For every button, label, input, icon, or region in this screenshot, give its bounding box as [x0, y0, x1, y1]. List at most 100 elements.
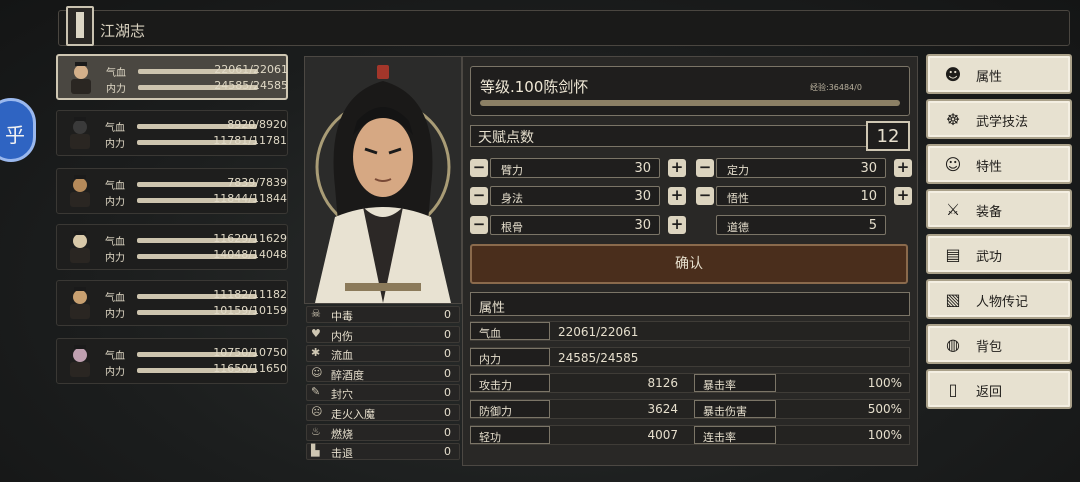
prop-value: 4007: [647, 428, 678, 442]
member-avatar-icon: [70, 231, 90, 263]
prop-label: 暴击率: [703, 379, 736, 392]
prop-label-box: 攻击力: [470, 374, 550, 392]
journal-book-icon[interactable]: [66, 6, 94, 46]
attribute-value: 30: [634, 218, 651, 233]
trait-icon: ☺: [944, 155, 962, 174]
prop-label-box: 暴击伤害: [694, 400, 776, 418]
status-value: 0: [444, 386, 451, 400]
side-badge-label: 乎: [5, 123, 25, 147]
member-mp-label: 内力: [105, 139, 125, 150]
menu-button[interactable]: ▯ 返回: [926, 369, 1072, 409]
side-floating-button[interactable]: 乎: [0, 98, 36, 162]
character-portrait: [304, 56, 462, 304]
member-mp-value: 10159/10159: [213, 304, 287, 317]
team-member-card[interactable]: 气血 内力 11629/11629 14048/14048: [56, 224, 288, 270]
member-avatar-icon: [70, 117, 90, 149]
member-mp-label: 内力: [105, 367, 125, 378]
properties-header-label: 属性: [479, 301, 506, 316]
attribute-field: 臂力 30: [490, 158, 660, 178]
menu-button[interactable]: ▧ 人物传记: [926, 279, 1072, 319]
attribute-minus-button[interactable]: −: [696, 187, 714, 205]
member-hp-value: 10750/10750: [213, 346, 287, 359]
hp-label-box: 气血: [470, 322, 550, 340]
team-member-card[interactable]: 气血 内力 8920/8920 11781/11781: [56, 110, 288, 156]
door-icon: ▯: [948, 380, 958, 399]
broken-heart-icon: ♥: [311, 326, 321, 340]
page-title: 江湖志: [100, 22, 146, 40]
member-mp-label: 内力: [106, 84, 126, 95]
member-mp-label: 内力: [105, 197, 125, 208]
attribute-plus-button[interactable]: +: [894, 187, 912, 205]
menu-label: 特性: [976, 160, 1003, 175]
team-member-card[interactable]: 气血 内力 11182/11182 10159/10159: [56, 280, 288, 326]
status-value: 0: [444, 308, 451, 321]
member-mp-value: 11781/11781: [213, 134, 287, 147]
confirm-button[interactable]: 确认: [470, 244, 908, 284]
member-avatar-icon: [70, 345, 90, 377]
status-value: 0: [444, 366, 451, 380]
attribute-plus-button[interactable]: +: [668, 187, 686, 205]
attribute-minus-button[interactable]: −: [470, 216, 488, 234]
attribute-label: 根骨: [501, 221, 523, 234]
attribute-plus-button[interactable]: +: [668, 159, 686, 177]
attribute-value: 5: [868, 218, 877, 233]
attribute-minus-button[interactable]: −: [470, 187, 488, 205]
mp-value: 24585/24585: [558, 351, 639, 365]
member-mp-value: 24585/24585: [214, 79, 288, 92]
menu-button[interactable]: ◍ 背包: [926, 324, 1072, 364]
character-name: 等级.100陈剑怀: [480, 78, 589, 96]
team-member-card[interactable]: 气血 内力 22061/22061 24585/24585: [56, 54, 288, 100]
biography-icon: ▧: [945, 290, 961, 309]
attribute-label: 悟性: [727, 192, 749, 205]
team-member-card[interactable]: 气血 内力 10750/10750 11650/11650: [56, 338, 288, 384]
status-label: 醉酒度: [331, 368, 364, 382]
prop-label: 连击率: [703, 431, 736, 444]
member-mp-value: 11650/11650: [213, 362, 287, 375]
hp-label: 气血: [479, 327, 501, 340]
menu-button[interactable]: ☺ 特性: [926, 144, 1072, 184]
acupoint-icon: ✎: [311, 385, 321, 399]
attribute-field: 根骨 30: [490, 215, 660, 235]
properties-header: 属性: [470, 292, 910, 316]
mp-label-box: 内力: [470, 348, 550, 366]
prop-label: 防御力: [479, 405, 512, 418]
status-label: 击退: [331, 447, 353, 461]
hp-value: 22061/22061: [558, 325, 639, 339]
attribute-minus-button[interactable]: −: [696, 159, 714, 177]
menu-button[interactable]: ▤ 武功: [926, 234, 1072, 274]
menu-button[interactable]: ☸ 武学技法: [926, 99, 1072, 139]
martial-skill-icon: ☸: [945, 110, 961, 129]
status-row: ▙ 击退 0: [306, 443, 460, 461]
bag-icon: ◍: [946, 335, 960, 354]
menu-button[interactable]: ⚔ 装备: [926, 189, 1072, 229]
attribute-plus-button[interactable]: +: [894, 159, 912, 177]
attribute-minus-button[interactable]: −: [470, 159, 488, 177]
member-hp-label: 气血: [105, 293, 125, 304]
status-row: ♨ 燃烧 0: [306, 423, 460, 441]
attribute-value: 30: [860, 161, 877, 176]
status-row: ☹ 走火入魔 0: [306, 404, 460, 421]
talent-points-box: [470, 125, 910, 147]
sword-icon: ⚔: [945, 200, 961, 219]
fire-icon: ♨: [311, 424, 321, 438]
top-bar: [58, 10, 1070, 46]
prop-value: 3624: [647, 402, 678, 416]
attribute-field: 定力 30: [716, 158, 886, 178]
member-hp-value: 22061/22061: [214, 63, 288, 76]
knockback-icon: ▙: [311, 444, 320, 458]
talent-points-value: 12: [866, 121, 910, 151]
blood-drop-icon: ✱: [311, 346, 321, 360]
scroll-book-icon: ▤: [945, 245, 961, 264]
character-icon: ☻: [944, 65, 962, 84]
drunk-face-icon: ☺: [311, 365, 323, 379]
attribute-value: 30: [634, 189, 651, 204]
team-member-card[interactable]: 气血 内力 7839/7839 11844/11844: [56, 168, 288, 214]
menu-button[interactable]: ☻ 属性: [926, 54, 1072, 94]
attribute-field: 道德 5: [716, 215, 886, 235]
status-label: 内伤: [331, 329, 353, 343]
attribute-plus-button[interactable]: +: [668, 216, 686, 234]
status-label: 走火入魔: [331, 408, 375, 421]
prop-label-box: 暴击率: [694, 374, 776, 392]
talent-label: 天赋点数: [478, 130, 534, 146]
menu-label: 人物传记: [976, 295, 1029, 310]
